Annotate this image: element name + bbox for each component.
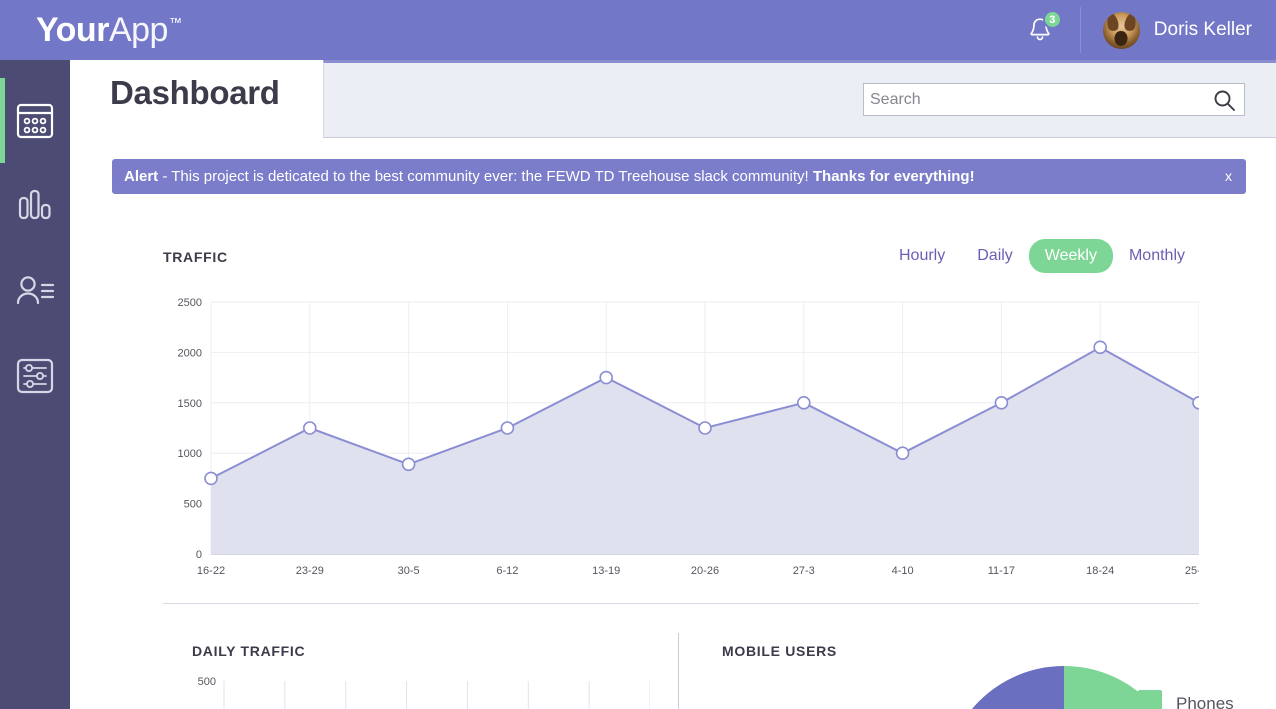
dashboard-page: Your App ™ 3 Doris Keller Dashboard Sear…	[0, 0, 1276, 709]
main-content: Alert - This project is deticated to the…	[70, 138, 1276, 709]
alert-emphasis: Thanks for everything!	[812, 168, 975, 185]
traffic-data-point[interactable]	[303, 421, 317, 435]
sidebar-item-dashboard[interactable]	[0, 78, 70, 163]
logo-bold-part: Your	[36, 10, 109, 49]
alert-message: Alert - This project is deticated to the…	[124, 168, 975, 185]
traffic-x-tick: 20-26	[691, 565, 719, 577]
traffic-data-point[interactable]	[500, 421, 515, 435]
alert-separator: -	[158, 168, 172, 185]
avatar[interactable]	[1102, 11, 1140, 49]
legend-label-phones: Phones	[1176, 694, 1234, 709]
search-box[interactable]	[863, 83, 1245, 116]
logo-light-part: App	[108, 10, 169, 49]
traffic-y-tick: 1000	[178, 448, 202, 460]
search-icon[interactable]	[1213, 89, 1236, 112]
traffic-data-point[interactable]	[1093, 340, 1108, 355]
sidebar-item-statistics[interactable]	[0, 163, 70, 248]
column-divider	[678, 633, 679, 709]
user-name-label[interactable]: Doris Keller	[1154, 19, 1252, 41]
alert-banner: Alert - This project is deticated to the…	[112, 159, 1246, 194]
sidebar-item-settings[interactable]	[0, 333, 70, 418]
traffic-data-point[interactable]	[796, 396, 811, 410]
traffic-y-tick: 2000	[178, 347, 202, 359]
daily-gridlines	[223, 681, 650, 709]
daily-traffic-heading: DAILY TRAFFIC	[192, 643, 306, 659]
page-title-bar: Dashboard	[70, 60, 1276, 138]
traffic-data-point[interactable]	[1192, 396, 1199, 410]
traffic-section-heading: TRAFFIC	[163, 249, 228, 265]
search-panel	[323, 60, 1276, 138]
alert-close-button[interactable]: x	[1225, 168, 1232, 184]
tab-hourly[interactable]: Hourly	[883, 239, 961, 273]
app-logo[interactable]: Your App ™	[36, 10, 182, 50]
traffic-x-tick: 6-12	[496, 565, 518, 577]
traffic-range-tabs: Hourly Daily Weekly Monthly	[883, 239, 1201, 273]
header-divider	[1079, 7, 1081, 53]
daily-traffic-chart[interactable]: 500	[180, 673, 650, 709]
traffic-y-tick: 2500	[178, 297, 202, 309]
avatar-snout	[1114, 30, 1128, 46]
alert-label: Alert	[124, 168, 159, 185]
sliders-settings-icon	[16, 358, 54, 393]
traffic-x-tick: 11-17	[988, 565, 1015, 577]
traffic-y-tick: 500	[184, 499, 202, 511]
sidebar-item-members[interactable]	[0, 248, 70, 333]
alert-body: This project is deticated to the best co…	[171, 168, 813, 185]
traffic-area-chart[interactable]: 05001000150020002500 16-22 23-29 30-5 6-12 1…	[163, 288, 1199, 588]
traffic-x-tick: 27-3	[793, 565, 815, 577]
search-input[interactable]	[870, 84, 1200, 115]
traffic-x-tick: 18-24	[1086, 565, 1114, 577]
tab-daily[interactable]: Daily	[961, 239, 1029, 273]
traffic-x-axis-labels: 16-22 23-29 30-5 6-12 13-19 20-26 27-3 4-10 11-1…	[197, 565, 1199, 577]
notification-badge: 3	[1042, 10, 1062, 29]
traffic-x-tick: 30-5	[398, 565, 420, 577]
mobile-users-heading: MOBILE USERS	[722, 643, 837, 659]
traffic-y-axis-labels: 0 500 1000 1500 2000 2500	[178, 297, 202, 561]
section-divider	[163, 603, 1199, 604]
logo-trademark: ™	[168, 14, 182, 30]
traffic-data-point[interactable]	[204, 471, 218, 486]
grid-dashboard-icon	[16, 103, 54, 138]
daily-y-tick-500: 500	[198, 676, 216, 688]
traffic-data-point[interactable]	[895, 446, 910, 460]
tab-monthly[interactable]: Monthly	[1113, 239, 1201, 273]
legend-swatch-phones	[1138, 690, 1162, 709]
traffic-data-point[interactable]	[599, 370, 614, 385]
pie-slice-tablets[interactable]	[944, 666, 1064, 709]
traffic-x-tick: 23-29	[296, 565, 324, 577]
tab-weekly[interactable]: Weekly	[1028, 239, 1113, 273]
traffic-x-tick: 16-22	[197, 565, 225, 577]
pie-slice-phones[interactable]	[1064, 666, 1184, 709]
top-header: Your App ™ 3 Doris Keller	[0, 0, 1276, 60]
mobile-users-pie-chart[interactable]: Phones	[710, 666, 1270, 709]
traffic-data-point[interactable]	[994, 396, 1009, 410]
notifications-button[interactable]: 3	[1020, 10, 1062, 50]
user-list-icon	[16, 275, 55, 304]
sidebar-nav	[0, 60, 70, 709]
traffic-x-tick: 4-10	[892, 565, 914, 577]
traffic-x-tick: 13-19	[592, 565, 620, 577]
header-actions: 3 Doris Keller	[1020, 7, 1252, 53]
traffic-data-point[interactable]	[698, 421, 712, 435]
traffic-x-tick: 25-31	[1185, 565, 1199, 577]
traffic-data-point[interactable]	[401, 457, 416, 472]
traffic-y-tick: 0	[196, 549, 202, 561]
bar-chart-icon	[18, 189, 51, 219]
page-title: Dashboard	[110, 74, 280, 111]
traffic-y-tick: 1500	[178, 398, 202, 410]
